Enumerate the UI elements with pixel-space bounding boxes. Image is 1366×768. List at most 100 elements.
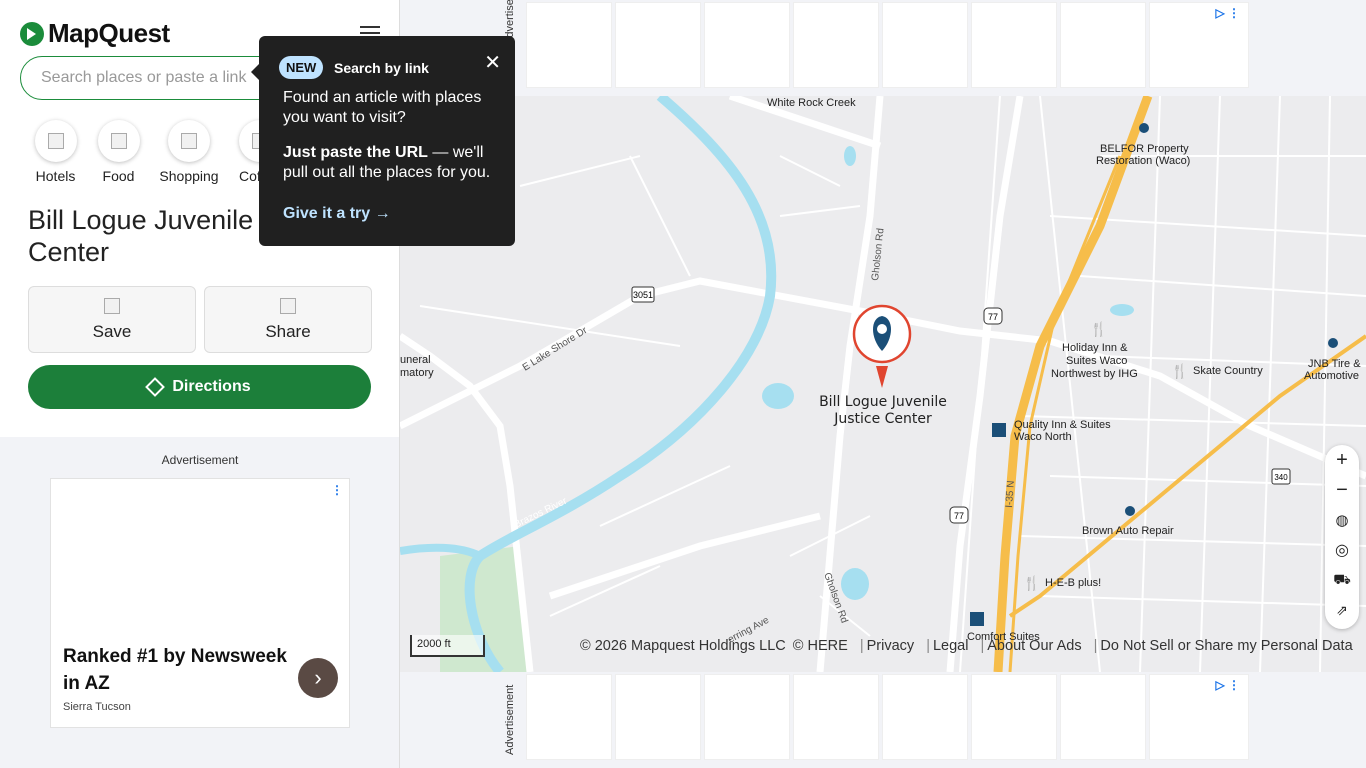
hotel-icon[interactable] — [992, 423, 1006, 437]
bottom-banner-ad: Advertisement ▷ ⋮ — [400, 672, 1366, 768]
mapquest-logo[interactable]: MapQuest — [20, 18, 170, 49]
do-not-sell-link[interactable]: Do Not Sell or Share my Personal Data — [1100, 638, 1352, 654]
location-pin-icon[interactable] — [1139, 123, 1149, 133]
map-scale: 2000 ft — [410, 635, 485, 657]
poi-label: JNB Tire & — [1308, 358, 1361, 370]
popup-pointer — [251, 64, 259, 80]
place-title: Bill Logue Juvenile Center — [28, 205, 254, 267]
zoom-in-button[interactable]: + — [1325, 445, 1359, 475]
close-icon[interactable]: ✕ — [484, 50, 501, 75]
save-button[interactable]: Save — [28, 286, 196, 353]
poi-label: Skate Country — [1193, 365, 1263, 377]
ad-tile[interactable] — [971, 674, 1057, 760]
ad-tile[interactable] — [704, 674, 790, 760]
pin-label-line2: Justice Center — [833, 411, 932, 427]
zoom-out-button[interactable]: − — [1325, 475, 1359, 505]
poi-label: Brown Auto Repair — [1082, 525, 1174, 537]
share-button[interactable]: Share — [204, 286, 372, 353]
ad-tile[interactable] — [882, 2, 968, 88]
category-shopping[interactable]: Shopping — [154, 120, 224, 184]
search-by-link-popup: NEW Search by link ✕ Found an article wi… — [251, 36, 515, 246]
road-label: I-35 N — [1004, 480, 1017, 508]
category-label: Food — [102, 168, 135, 184]
ad-tiles[interactable] — [526, 674, 1249, 760]
shopping-icon — [168, 120, 210, 162]
pond — [1110, 304, 1134, 316]
pond — [841, 568, 869, 600]
save-icon — [104, 297, 120, 314]
about-ads-link[interactable]: About Our Ads — [987, 638, 1081, 654]
legal-link[interactable]: Legal — [933, 638, 968, 654]
hotels-icon — [34, 120, 77, 162]
separator: | — [980, 638, 985, 654]
restaurant-icon[interactable]: 🍴 — [1023, 575, 1040, 592]
map-attribution: © 2026 Mapquest Holdings LLC © HERE | Pri… — [580, 638, 1356, 654]
map[interactable]: 3051 77 77 340 E Lake Shore Dr Gholson R… — [400, 96, 1366, 672]
directions-label: Directions — [172, 378, 251, 395]
search-placeholder: Search places or paste a link — [41, 69, 247, 86]
poi-label: Suites Waco — [1066, 355, 1127, 367]
hotel-icon[interactable] — [970, 612, 984, 626]
locate-button[interactable]: ◎ — [1325, 535, 1359, 565]
poi-label: matory — [400, 367, 434, 379]
ad-options-icon[interactable]: ⋮ — [331, 483, 343, 497]
separator: | — [859, 638, 864, 654]
pin-label-line1: Bill Logue Juvenile — [819, 394, 947, 410]
here-link[interactable]: © HERE — [793, 638, 848, 654]
share-icon — [280, 297, 296, 314]
broken-image-icon — [47, 133, 64, 149]
ad-tile[interactable] — [1060, 2, 1146, 88]
map-controls: + − ◍ ◎ ⛟ ⇗ — [1325, 445, 1359, 629]
popup-body-2: Just paste the URL — we'll pull out all … — [283, 143, 498, 183]
globe-button[interactable]: ◍ — [1325, 505, 1359, 535]
poi-label: Restoration (Waco) — [1096, 155, 1190, 167]
category-food[interactable]: Food — [91, 120, 146, 184]
ad-label: Advertisement — [161, 453, 239, 467]
ad-card[interactable]: ⋮ Ranked #1 by Newsweek in AZ Sierra Tuc… — [50, 478, 350, 728]
ad-tile[interactable] — [615, 2, 701, 88]
category-label: Hotels — [35, 168, 76, 184]
ad-tile[interactable] — [526, 2, 612, 88]
brand-name: MapQuest — [48, 18, 170, 48]
restaurant-icon[interactable]: 🍴 — [1090, 321, 1107, 338]
category-label: Shopping — [159, 168, 219, 184]
ad-tile[interactable] — [526, 674, 612, 760]
poi-label: Northwest by IHG — [1051, 368, 1138, 380]
adchoices-icon[interactable]: ▷ ⋮ — [1215, 678, 1240, 692]
ad-tile[interactable] — [793, 2, 879, 88]
map-canvas[interactable]: 3051 77 77 340 E Lake Shore Dr Gholson R… — [400, 96, 1366, 672]
poi-label: BELFOR Property — [1100, 143, 1189, 155]
separator: | — [1093, 638, 1098, 654]
globe-icon: ◍ — [1335, 512, 1349, 529]
directions-icon — [145, 377, 166, 397]
share-map-button[interactable]: ⇗ — [1325, 595, 1359, 625]
adchoices-icon[interactable]: ▷ ⋮ — [1215, 6, 1240, 20]
poi-label: H-E-B plus! — [1045, 577, 1101, 589]
ad-tile[interactable] — [882, 674, 968, 760]
directions-button[interactable]: Directions — [28, 365, 371, 409]
sidebar-ad: Advertisement ⋮ Ranked #1 by Newsweek in… — [0, 437, 399, 768]
pond — [762, 383, 794, 409]
shield-3051-label: 3051 — [633, 290, 653, 300]
ad-arrow-button[interactable]: › — [298, 658, 338, 698]
share-label: Share — [265, 321, 311, 341]
ad-tile[interactable] — [1060, 674, 1146, 760]
ad-tile[interactable] — [704, 2, 790, 88]
category-list: Hotels Food Shopping Coffee — [28, 120, 287, 184]
location-pin-icon[interactable] — [1125, 506, 1135, 516]
traffic-button[interactable]: ⛟ — [1325, 565, 1359, 595]
ad-headline[interactable]: Ranked #1 by Newsweek in AZ — [63, 643, 293, 697]
food-icon — [97, 120, 140, 162]
ad-tile[interactable] — [971, 2, 1057, 88]
privacy-link[interactable]: Privacy — [867, 638, 915, 654]
plus-icon: + — [1336, 448, 1348, 471]
location-pin-icon[interactable] — [1328, 338, 1338, 348]
category-hotels[interactable]: Hotels — [28, 120, 83, 184]
ad-tile[interactable] — [793, 674, 879, 760]
ad-tile[interactable] — [615, 674, 701, 760]
restaurant-icon[interactable]: 🍴 — [1171, 363, 1188, 380]
pond — [844, 146, 856, 166]
ad-tiles[interactable] — [526, 2, 1249, 88]
give-it-a-try-link[interactable]: Give it a try → — [283, 205, 391, 223]
poi-label: Waco North — [1014, 431, 1072, 443]
